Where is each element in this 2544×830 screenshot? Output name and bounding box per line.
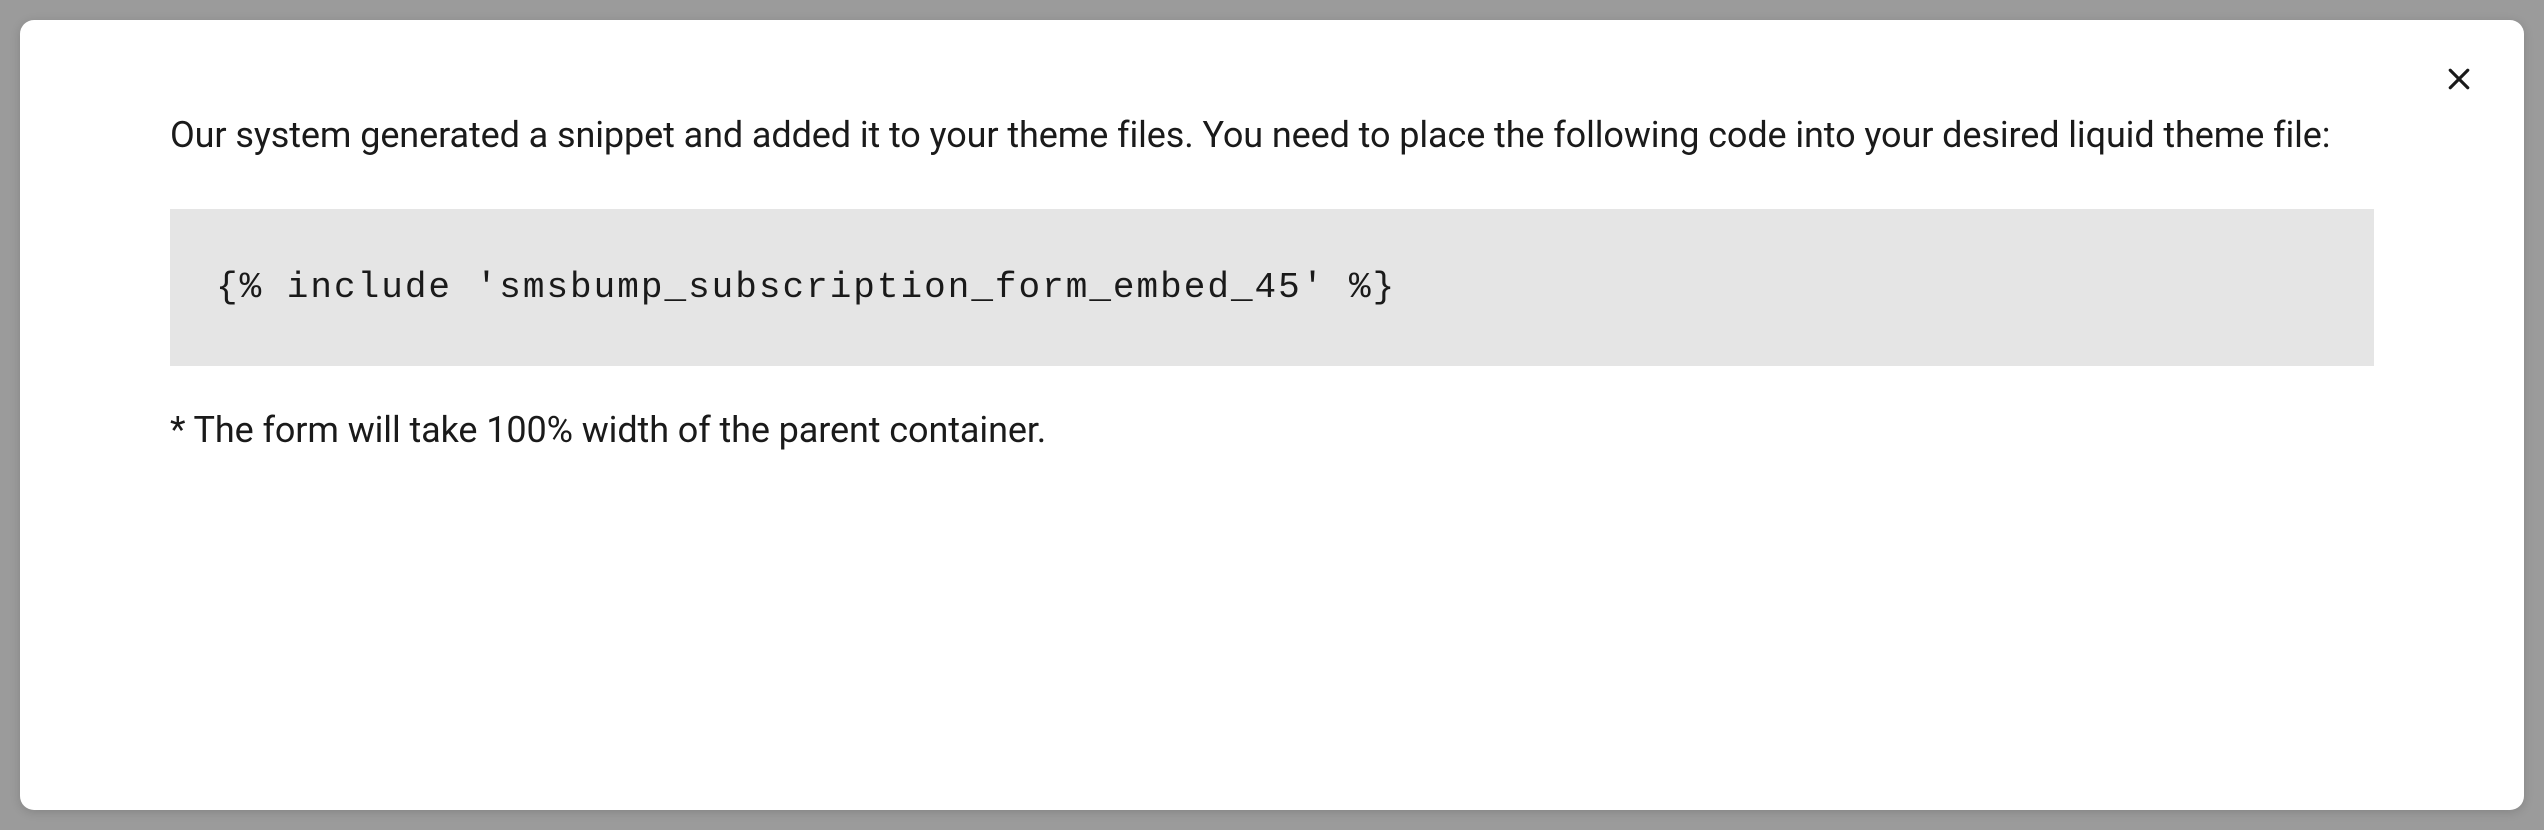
close-button[interactable] (2439, 60, 2479, 100)
close-icon (2444, 64, 2474, 97)
note-text: * The form will take 100% width of the p… (170, 406, 2374, 455)
code-snippet[interactable]: {% include 'smsbump_subscription_form_em… (170, 209, 2374, 366)
snippet-modal: Our system generated a snippet and added… (20, 20, 2524, 810)
intro-text: Our system generated a snippet and added… (170, 110, 2374, 161)
